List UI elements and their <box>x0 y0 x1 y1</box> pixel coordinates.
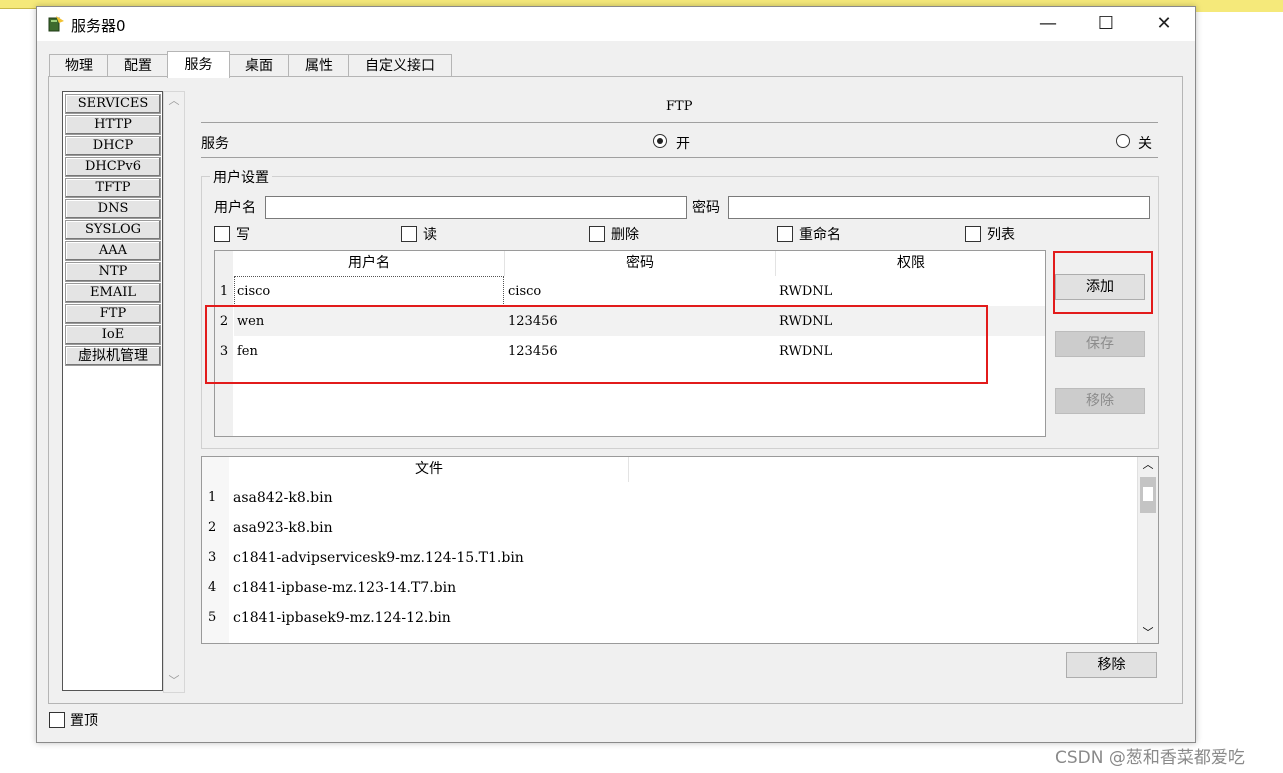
row-number: 4 <box>208 580 217 595</box>
minimize-icon: — <box>1039 13 1057 34</box>
always-on-top-label: 置顶 <box>70 713 98 729</box>
tab-services[interactable]: 服务 <box>167 51 230 78</box>
rename-checkbox[interactable] <box>777 226 793 242</box>
background-window-fragment <box>1195 0 1283 12</box>
thumb-grip <box>1143 487 1153 501</box>
column-header-permissions[interactable]: 权限 <box>776 251 1046 276</box>
scroll-down-icon[interactable]: ﹀ <box>164 672 184 690</box>
row-username: cisco <box>237 284 271 299</box>
tab-custom-interface[interactable]: 自定义接口 <box>348 54 452 77</box>
column-header-file[interactable]: 文件 <box>230 457 629 482</box>
user-settings-legend: 用户设置 <box>210 167 272 187</box>
service-syslog[interactable]: SYSLOG <box>65 220 161 240</box>
password-input[interactable] <box>728 196 1150 219</box>
delete-label: 删除 <box>611 227 639 243</box>
tab-desktop[interactable]: 桌面 <box>228 54 290 77</box>
tab-physical[interactable]: 物理 <box>49 54 109 77</box>
window-title: 服务器0 <box>71 17 126 35</box>
service-dhcpv6[interactable]: DHCPv6 <box>65 157 161 177</box>
always-on-top-checkbox[interactable] <box>49 712 65 728</box>
service-on-label: 开 <box>676 136 690 152</box>
write-checkbox[interactable] <box>214 226 230 242</box>
server-window: 服务器0 — ☐ ✕ 物理 配置 服务 桌面 属性 自定义接口 SERVICES… <box>36 6 1196 743</box>
service-list-scrollbar[interactable]: ︿ ﹀ <box>163 91 185 693</box>
row-number: 2 <box>208 520 217 535</box>
table-row[interactable]: 1 cisco cisco RWDNL <box>215 276 1045 306</box>
divider <box>201 122 1158 123</box>
highlight-box-add-button <box>1053 251 1153 314</box>
remove-user-button[interactable]: 移除 <box>1055 388 1145 414</box>
tab-attributes[interactable]: 属性 <box>288 54 350 77</box>
services-panel: SERVICES HTTP DHCP DHCPv6 TFTP DNS SYSLO… <box>48 76 1183 704</box>
file-name: asa842-k8.bin <box>233 490 333 506</box>
highlight-box-new-users <box>205 305 988 384</box>
tab-config[interactable]: 配置 <box>107 54 169 77</box>
password-label: 密码 <box>692 200 720 216</box>
radio-selected-dot <box>657 138 663 144</box>
close-button[interactable]: ✕ <box>1135 7 1193 41</box>
service-dns[interactable]: DNS <box>65 199 161 219</box>
rename-label: 重命名 <box>799 227 841 243</box>
service-aaa[interactable]: AAA <box>65 241 161 261</box>
file-row[interactable]: 1 asa842-k8.bin <box>202 487 1137 517</box>
files-scrollbar[interactable]: ︿ ﹀ <box>1137 457 1158 643</box>
scroll-down-icon[interactable]: ﹀ <box>1138 625 1158 641</box>
focused-cell[interactable] <box>234 276 504 306</box>
watermark: CSDN @葱和香菜都爱吃 <box>1055 748 1245 768</box>
file-name: c1841-advipservicesk9-mz.124-15.T1.bin <box>233 550 524 566</box>
service-ntp[interactable]: NTP <box>65 262 161 282</box>
file-name: c1841-ipbasek9-mz.124-12.bin <box>233 610 451 626</box>
service-email[interactable]: EMAIL <box>65 283 161 303</box>
title-bar[interactable]: 服务器0 — ☐ ✕ <box>37 7 1195 41</box>
file-row[interactable]: 5 c1841-ipbasek9-mz.124-12.bin <box>202 607 1137 637</box>
username-label: 用户名 <box>214 200 256 216</box>
service-off-radio[interactable] <box>1116 134 1130 148</box>
minimize-button[interactable]: — <box>1019 7 1077 41</box>
read-label: 读 <box>423 227 437 243</box>
server-app-icon <box>47 15 65 33</box>
service-tftp[interactable]: TFTP <box>65 178 161 198</box>
read-checkbox[interactable] <box>401 226 417 242</box>
files-table: 文件 1 asa842-k8.bin 2 asa923-k8.bin 3 c18… <box>201 456 1159 644</box>
row-number: 3 <box>208 550 217 565</box>
ftp-title: FTP <box>666 99 693 114</box>
column-header-password[interactable]: 密码 <box>505 251 776 276</box>
scroll-up-icon[interactable]: ︿ <box>164 92 184 110</box>
service-vm-management[interactable]: 虚拟机管理 <box>65 346 161 366</box>
close-icon: ✕ <box>1156 13 1172 34</box>
service-header: SERVICES <box>65 94 161 114</box>
row-number: 5 <box>208 610 217 625</box>
row-permissions: RWDNL <box>779 284 833 299</box>
file-row[interactable]: 4 c1841-ipbase-mz.123-14.T7.bin <box>202 577 1137 607</box>
row-number: 1 <box>219 284 229 299</box>
list-label: 列表 <box>987 227 1015 243</box>
scroll-up-icon[interactable]: ︿ <box>1138 457 1158 473</box>
service-http[interactable]: HTTP <box>65 115 161 135</box>
delete-checkbox[interactable] <box>589 226 605 242</box>
divider <box>201 157 1158 158</box>
username-input[interactable] <box>265 196 687 219</box>
service-off-label: 关 <box>1138 136 1152 152</box>
list-checkbox[interactable] <box>965 226 981 242</box>
service-label: 服务 <box>201 136 229 152</box>
write-label: 写 <box>236 227 250 243</box>
column-header-username[interactable]: 用户名 <box>234 251 505 276</box>
service-ftp[interactable]: FTP <box>65 304 161 324</box>
service-on-radio[interactable] <box>653 134 667 148</box>
row-number: 1 <box>208 490 217 505</box>
maximize-button[interactable]: ☐ <box>1077 7 1135 41</box>
scrollbar-thumb[interactable] <box>1140 477 1156 513</box>
maximize-icon: ☐ <box>1097 13 1115 34</box>
file-name: asa923-k8.bin <box>233 520 333 536</box>
service-dhcp[interactable]: DHCP <box>65 136 161 156</box>
file-row[interactable]: 2 asa923-k8.bin <box>202 517 1137 547</box>
remove-file-button[interactable]: 移除 <box>1066 652 1157 678</box>
service-list: SERVICES HTTP DHCP DHCPv6 TFTP DNS SYSLO… <box>62 91 164 691</box>
row-password: cisco <box>508 284 542 299</box>
file-name: c1841-ipbase-mz.123-14.T7.bin <box>233 580 457 596</box>
service-ioe[interactable]: IoE <box>65 325 161 345</box>
file-row[interactable]: 3 c1841-advipservicesk9-mz.124-15.T1.bin <box>202 547 1137 577</box>
save-user-button[interactable]: 保存 <box>1055 331 1145 357</box>
